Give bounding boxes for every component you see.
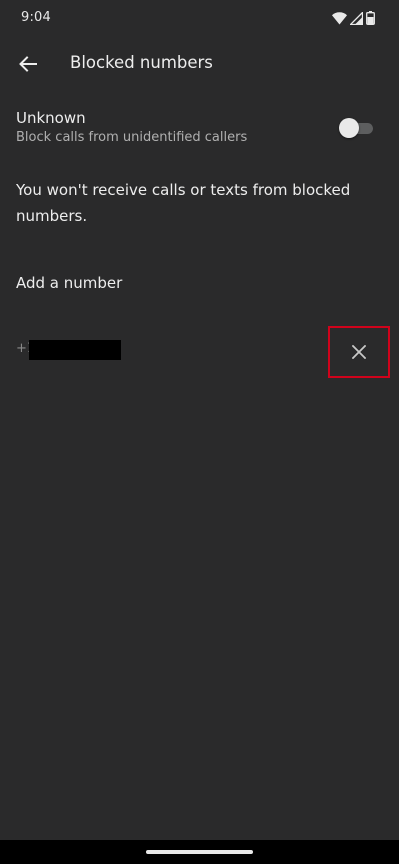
status-icons: [332, 10, 375, 26]
signal-icon: [350, 11, 363, 25]
home-gesture-handle[interactable]: [146, 850, 253, 854]
close-icon: [352, 345, 366, 359]
battery-icon: [366, 11, 375, 25]
add-number-button[interactable]: Add a number: [16, 274, 122, 292]
redacted-phone-number: [29, 340, 121, 360]
back-button[interactable]: [12, 48, 44, 80]
toggle-thumb: [339, 118, 359, 138]
unknown-setting-title: Unknown: [16, 109, 86, 127]
status-time: 9:04: [21, 10, 51, 25]
page-title: Blocked numbers: [70, 53, 213, 72]
blocked-info-text: You won't receive calls or texts from bl…: [16, 181, 351, 225]
unknown-callers-toggle[interactable]: [339, 117, 375, 139]
status-bar: 9:04: [0, 0, 399, 36]
unblock-number-button[interactable]: [328, 326, 390, 378]
app-bar: Blocked numbers: [0, 36, 399, 92]
blocked-number-row: +1: [0, 326, 399, 380]
unknown-setting-subtitle: Block calls from unidentified callers: [16, 130, 248, 145]
unknown-callers-setting[interactable]: Unknown Block calls from unidentified ca…: [0, 104, 399, 154]
wifi-icon: [332, 11, 347, 24]
navigation-bar: [0, 840, 399, 864]
arrow-left-icon: [19, 56, 37, 72]
